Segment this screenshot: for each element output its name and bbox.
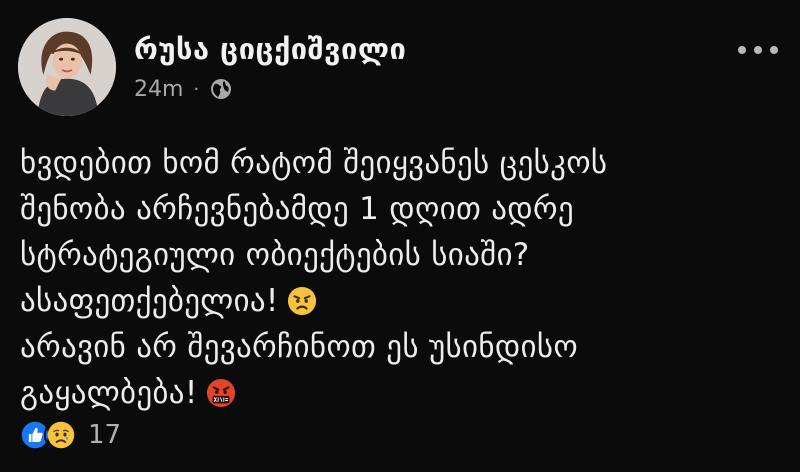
post-body-line: ასაფეთქებელია!	[20, 283, 279, 319]
angry-face-emoji	[287, 286, 317, 316]
face-with-symbols-on-mouth-emoji	[206, 378, 236, 408]
post-body-line-with-emoji: ასაფეთქებელია!	[20, 278, 780, 324]
more-horizontal-icon-dot	[738, 46, 746, 54]
avatar-photo	[18, 18, 116, 116]
post-body-line: გაყალბება!	[20, 375, 198, 411]
post-body-line: არავინ არ შევარჩინოთ ეს უსინდისო	[20, 329, 578, 365]
post-body-line: სტრატეგიული ობიექტების სიაში?	[20, 237, 530, 273]
sad-icon	[44, 418, 78, 452]
reactions-summary[interactable]: 17	[18, 418, 121, 452]
more-horizontal-icon-dot	[770, 46, 778, 54]
facebook-post: რუსა ციცქიშვილი 24m · ხვდებით ხომ რატომ …	[0, 0, 800, 472]
post-body-line-with-emoji: გაყალბება!	[20, 370, 780, 416]
post-timestamp[interactable]: 24m	[134, 77, 183, 102]
post-body-line: ხვდებით ხომ რატომ შეიყვანეს ცესკოს	[20, 145, 608, 181]
post-body-line: შენობა არჩევნებამდე 1 დღით ადრე	[20, 191, 574, 227]
more-options-button[interactable]	[738, 38, 778, 62]
post-meta: 24m ·	[134, 74, 233, 104]
author-name[interactable]: რუსა ციცქიშვილი	[134, 32, 406, 66]
post-body: ხვდებით ხომ რატომ შეიყვანეს ცესკოს შენობ…	[20, 140, 780, 416]
more-horizontal-icon-dot	[754, 46, 762, 54]
meta-separator: ·	[193, 78, 200, 100]
reaction-count: 17	[88, 420, 122, 450]
author-avatar[interactable]	[18, 18, 116, 116]
globe-icon[interactable]	[209, 77, 233, 101]
